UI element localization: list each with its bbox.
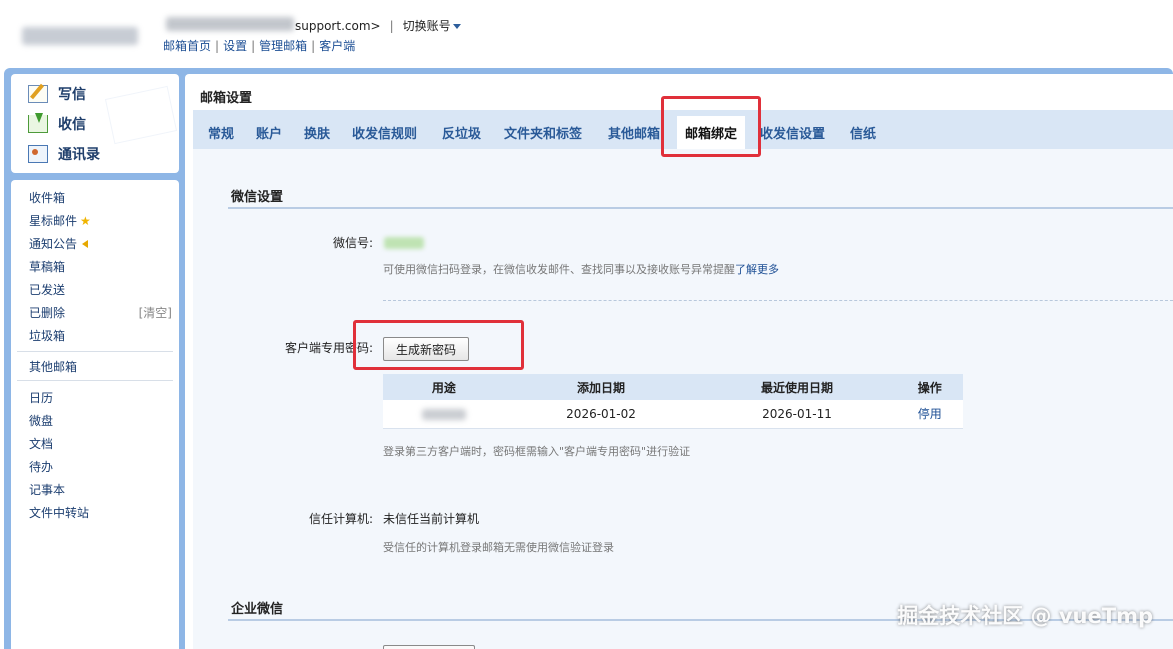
action-cell: 停用	[896, 400, 963, 429]
chevron-down-icon	[452, 24, 461, 29]
trusted-pc-hint: 受信任的计算机登录邮箱无需使用微信验证登录	[383, 541, 614, 554]
account-line: support.com> | 切换账号	[295, 17, 461, 34]
tab-mailbox-binding[interactable]: 邮箱绑定	[677, 116, 746, 149]
tab-folders-labels[interactable]: 文件夹和标签	[504, 123, 582, 142]
tab-anti-spam[interactable]: 反垃圾	[442, 123, 481, 142]
trusted-pc-label: 信任计算机:	[308, 512, 373, 526]
receive-button[interactable]: 收信	[28, 112, 86, 136]
settings-link[interactable]: 设置	[223, 39, 247, 53]
sidebar-divider	[17, 380, 173, 381]
table-row: 2026-01-02 2026-01-11 停用	[383, 400, 963, 429]
logo	[22, 27, 138, 45]
receive-icon	[28, 113, 48, 133]
settings-panel: 邮箱设置 常规 账户 换肤 收发信规则 反垃圾 文件夹和标签 其他邮箱 邮箱绑定…	[185, 74, 1173, 649]
learn-more-link[interactable]: 了解更多	[735, 263, 779, 276]
compose-button[interactable]: 写信	[28, 82, 86, 106]
sidebar-folders: 收件箱 星标邮件 ★ 通知公告 草稿箱 已发送 已删除 [清空] 垃圾箱 其他邮箱…	[11, 180, 179, 649]
usage-blurred	[421, 408, 466, 420]
speaker-icon	[82, 240, 89, 248]
generate-password-button[interactable]: 生成新密码	[383, 337, 470, 361]
top-links: 邮箱首页 | 设置 | 管理邮箱 | 客户端	[163, 39, 356, 53]
column-header-usage: 用途	[383, 374, 505, 400]
sidebar-item-docs[interactable]: 文档	[29, 435, 53, 452]
tab-account[interactable]: 账户	[256, 123, 282, 142]
switch-account-link[interactable]: 切换账号	[403, 19, 461, 33]
sidebar-item-drafts[interactable]: 草稿箱	[29, 258, 65, 275]
sidebar-item-disk[interactable]: 微盘	[29, 412, 53, 429]
wechat-hint: 可使用微信扫码登录，在微信收发邮件、查找同事以及接收账号异常提醒了解更多	[383, 263, 779, 276]
wechat-section-title: 微信设置	[231, 190, 284, 205]
sidebar-item-other-mailbox[interactable]: 其他邮箱	[29, 358, 77, 375]
settings-content: 微信设置 微信号: 可使用微信扫码登录，在微信收发邮件、查找同事以及接收账号异常…	[193, 149, 1173, 649]
enterprise-wechat-section-title: 企业微信	[231, 602, 284, 617]
client-password-label: 客户端专用密码:	[284, 341, 373, 355]
sidebar-item-calendar[interactable]: 日历	[29, 389, 53, 406]
wechat-id-blurred	[384, 237, 424, 249]
disable-password-link[interactable]: 停用	[918, 407, 942, 421]
last-used-cell: 2026-01-11	[697, 400, 897, 429]
contacts-icon	[28, 145, 48, 163]
star-icon: ★	[80, 214, 91, 228]
tab-skin[interactable]: 换肤	[304, 123, 330, 142]
sidebar-item-deleted[interactable]: 已删除	[29, 304, 65, 321]
tab-stationery[interactable]: 信纸	[850, 123, 876, 142]
sidebar-item-inbox[interactable]: 收件箱	[29, 189, 65, 206]
sidebar-divider	[17, 351, 173, 352]
column-header-added: 添加日期	[504, 374, 698, 400]
sidebar-item-spam[interactable]: 垃圾箱	[29, 327, 65, 344]
envelope-watermark-icon	[104, 85, 178, 145]
account-address-blurred	[166, 17, 294, 31]
clear-deleted-link[interactable]: [清空]	[139, 304, 172, 321]
sidebar-item-sent[interactable]: 已发送	[29, 281, 65, 298]
section-divider	[228, 207, 1173, 209]
watermark: 掘金技术社区 @ vueTmp	[897, 604, 1153, 628]
tab-send-receive-settings[interactable]: 收发信设置	[760, 123, 825, 142]
tab-other-mailbox[interactable]: 其他邮箱	[608, 123, 660, 142]
client-link[interactable]: 客户端	[319, 39, 355, 53]
write-icon	[28, 85, 48, 103]
sidebar-item-todo[interactable]: 待办	[29, 458, 53, 475]
added-date-cell: 2026-01-02	[504, 400, 698, 429]
client-password-hint: 登录第三方客户端时，密码框需输入"客户端专用密码"进行验证	[383, 445, 691, 458]
sidebar-item-notes[interactable]: 记事本	[29, 481, 65, 498]
sidebar-item-file-transfer[interactable]: 文件中转站	[29, 504, 89, 521]
usage-cell	[383, 400, 505, 429]
manage-mailbox-link[interactable]: 管理邮箱	[259, 39, 307, 53]
sidebar-item-notices[interactable]: 通知公告	[29, 235, 89, 252]
sidebar-item-starred[interactable]: 星标邮件 ★	[29, 212, 91, 229]
top-header: support.com> | 切换账号 邮箱首页 | 设置 | 管理邮箱 | 客户端	[0, 0, 1173, 68]
dashed-divider	[383, 300, 1173, 301]
tab-general[interactable]: 常规	[208, 123, 234, 142]
column-header-last-used: 最近使用日期	[697, 374, 897, 400]
sidebar-quick-actions: 写信 收信 通讯录	[11, 74, 179, 173]
mail-home-link[interactable]: 邮箱首页	[163, 39, 211, 53]
tab-mail-rules[interactable]: 收发信规则	[352, 123, 417, 142]
page-title: 邮箱设置	[200, 91, 253, 106]
enterprise-wechat-button[interactable]	[383, 645, 475, 649]
trusted-pc-value: 未信任当前计算机	[383, 512, 480, 526]
contacts-button[interactable]: 通讯录	[28, 142, 100, 166]
column-header-action: 操作	[896, 374, 963, 400]
client-password-table: 用途 添加日期 最近使用日期 操作 2026-01-02 2026-01-11 …	[383, 374, 963, 429]
wechat-id-label: 微信号:	[332, 236, 373, 250]
account-address: support.com>	[295, 19, 381, 33]
settings-tabs: 常规 账户 换肤 收发信规则 反垃圾 文件夹和标签 其他邮箱 邮箱绑定 收发信设…	[193, 110, 1173, 149]
